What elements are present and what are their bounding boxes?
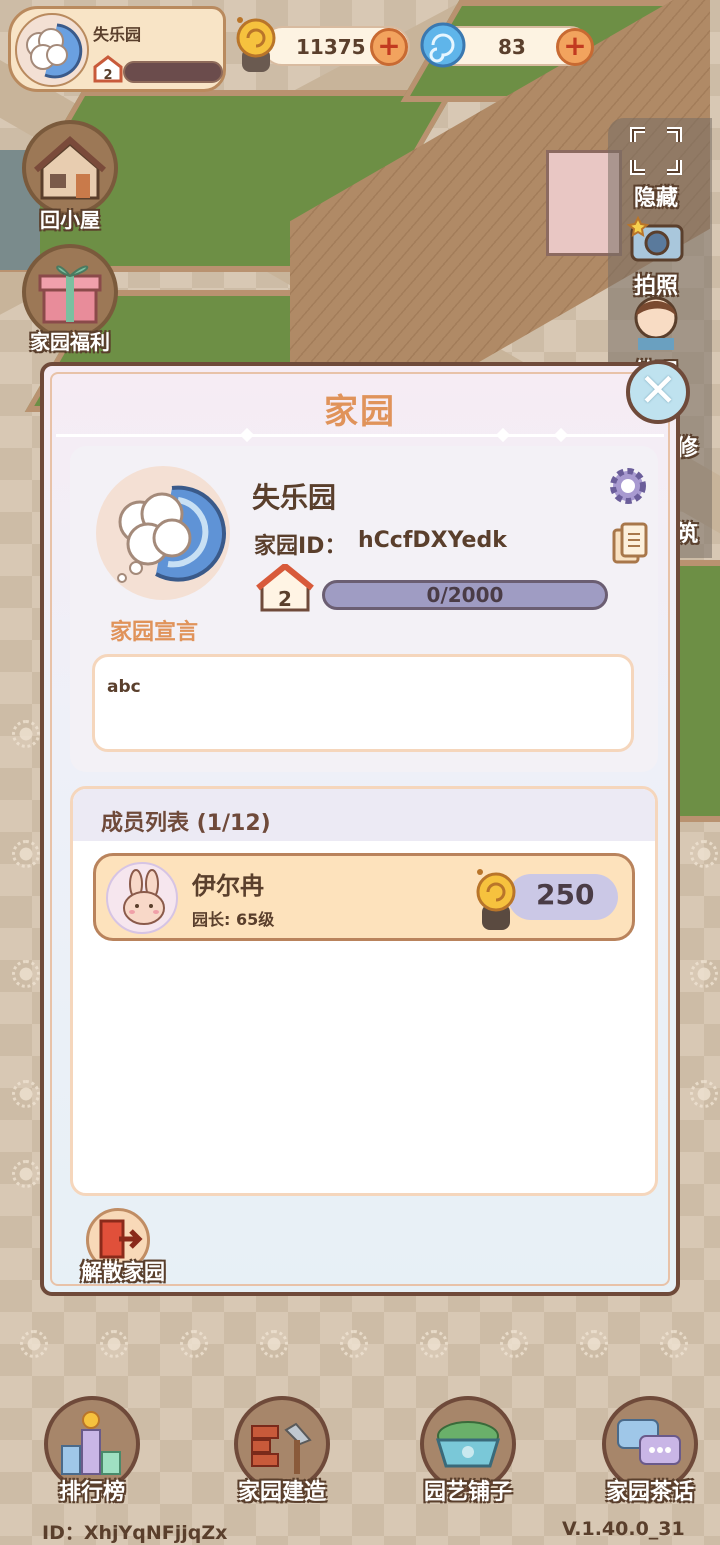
- copy-icon[interactable]: [612, 522, 648, 564]
- member-score: 250: [536, 878, 595, 911]
- gift-icon: [38, 265, 102, 324]
- character-icon: [634, 296, 678, 350]
- camera-icon: [626, 215, 684, 262]
- title-divider: [56, 427, 664, 443]
- declaration-label: 家园宣言: [110, 620, 199, 645]
- snail-coin-icon: [232, 12, 280, 76]
- house-icon: [34, 135, 106, 200]
- dialog-title: 家园: [324, 392, 396, 432]
- close-icon: ✕: [638, 363, 678, 417]
- snail-coin-value: 11375: [296, 35, 366, 59]
- version-label: V.1.40.0_31: [562, 1518, 685, 1540]
- exp-progress-bar: 0/2000: [322, 580, 608, 610]
- svg-text:2: 2: [103, 68, 112, 83]
- photo-button[interactable]: 拍照: [608, 214, 704, 300]
- home-id-label: 家园ID：: [254, 534, 347, 559]
- hide-icon: [630, 127, 682, 175]
- back-home-label: 回小屋: [40, 208, 100, 232]
- members-header: 成员列表 (1/12): [73, 789, 655, 841]
- level-house-icon: 2: [93, 55, 123, 83]
- member-role: 园长: 65级: [192, 910, 275, 929]
- swirl-gem-icon: [420, 22, 466, 68]
- member-name: 伊尔冉: [192, 872, 264, 900]
- home-info-dialog: 家园 ✕ 家园宣言 失乐园 家园ID： hCcfDXYedk 2 0/2000 …: [40, 360, 690, 1296]
- level-house-icon: 2: [256, 562, 314, 614]
- members-title: 成员列表 (1/12): [101, 811, 271, 836]
- home-cloud-avatar: [15, 13, 89, 87]
- snail-coin-icon: [470, 864, 522, 934]
- home-info-card: 家园宣言 失乐园 家园ID： hCcfDXYedk 2 0/2000 abc: [70, 446, 658, 772]
- tea-chat-button[interactable]: 家园茶话: [590, 1396, 710, 1506]
- gear-icon[interactable]: [608, 466, 648, 506]
- member-avatar: [106, 862, 178, 934]
- hide-button[interactable]: 隐藏: [608, 126, 704, 212]
- ranking-button[interactable]: 排行榜: [32, 1396, 152, 1506]
- hud-exp-bar: [123, 61, 223, 83]
- declaration-box[interactable]: abc: [92, 654, 634, 752]
- garden-shop-button[interactable]: 园艺铺子: [408, 1396, 528, 1506]
- ranking-label: 排行榜: [58, 1480, 125, 1505]
- home-profile-card[interactable]: 失乐园 2: [8, 6, 226, 92]
- close-button[interactable]: ✕: [626, 360, 690, 424]
- build-label: 家园建造: [237, 1480, 326, 1505]
- garden-shop-label: 园艺铺子: [423, 1480, 512, 1505]
- add-gems-button[interactable]: +: [556, 28, 594, 66]
- home-avatar: [96, 466, 230, 600]
- home-name: 失乐园: [252, 481, 337, 514]
- build-button[interactable]: 家园建造: [222, 1396, 342, 1506]
- disband-button[interactable]: 解散家园: [68, 1208, 178, 1288]
- user-id: ID：XhjYqNFjjqZx: [42, 1522, 228, 1544]
- hide-label: 隐藏: [633, 186, 678, 211]
- disband-label: 解散家园: [81, 1260, 165, 1284]
- welfare-label: 家园福利: [30, 330, 110, 354]
- hud-home-name: 失乐园: [93, 25, 142, 44]
- members-list: 成员列表 (1/12) 伊尔冉 园长: 65级 250: [70, 786, 658, 1196]
- gem-value: 83: [498, 35, 526, 59]
- home-id-value: hCcfDXYedk: [358, 528, 507, 553]
- member-row[interactable]: 伊尔冉 园长: 65级 250: [93, 853, 635, 941]
- tea-chat-label: 家园茶话: [605, 1480, 694, 1505]
- add-coins-button[interactable]: +: [370, 28, 408, 66]
- svg-text:2: 2: [278, 587, 292, 611]
- welfare-button[interactable]: 家园福利: [18, 244, 122, 354]
- back-home-button[interactable]: 回小屋: [20, 120, 120, 232]
- declaration-text: abc: [107, 677, 141, 697]
